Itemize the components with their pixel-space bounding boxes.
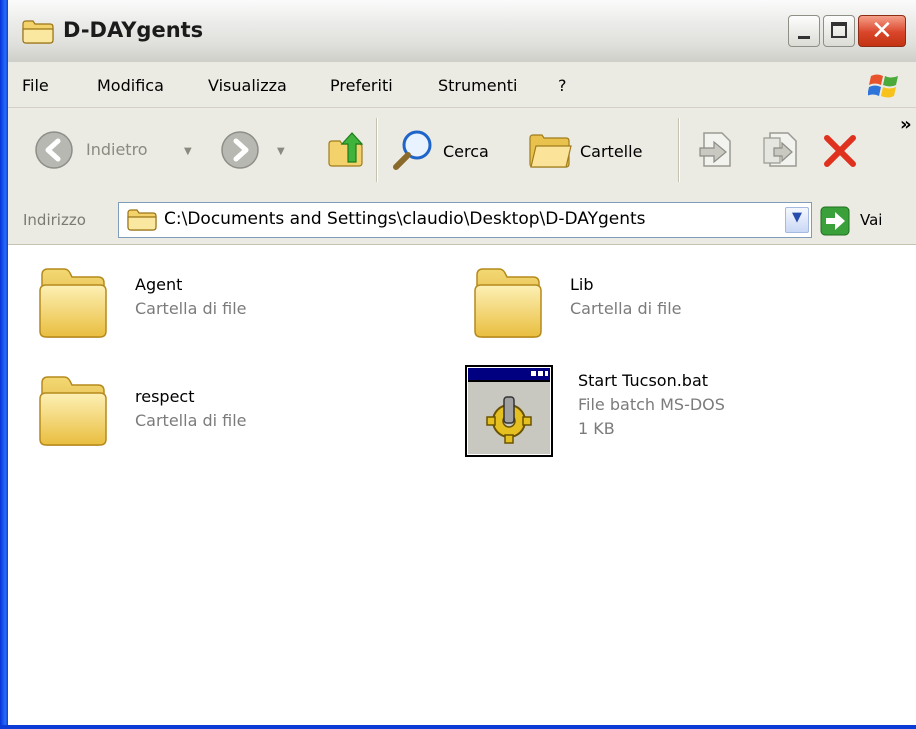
file-type: Cartella di file [135, 411, 247, 430]
minimize-button[interactable] [788, 15, 820, 47]
close-icon: ✕ [871, 16, 893, 46]
file-name: Start Tucson.bat [578, 371, 709, 390]
folder-icon [127, 209, 157, 231]
file-name: Agent [135, 275, 183, 294]
forward-button[interactable]: ▼ [220, 128, 290, 174]
file-item-agent[interactable]: Agent Cartella di file [38, 265, 338, 355]
window-title: D-DAYgents [63, 18, 204, 42]
maximize-icon [831, 22, 847, 38]
back-button[interactable]: Indietro ▼ [34, 128, 192, 174]
go-arrow-icon[interactable] [820, 206, 850, 236]
address-dropdown-button[interactable]: ▼ [785, 207, 809, 233]
address-input[interactable]: C:\Documents and Settings\claudio\Deskto… [118, 202, 812, 238]
menu-modifica[interactable]: Modifica [97, 76, 164, 95]
file-item-respect[interactable]: respect Cartella di file [38, 373, 338, 463]
window-frame-bottom [0, 725, 916, 729]
file-type: File batch MS-DOS [578, 395, 725, 414]
folder-icon [38, 265, 108, 341]
address-label: Indirizzo [23, 211, 86, 229]
menu-strumenti[interactable]: Strumenti [438, 76, 517, 95]
search-button[interactable]: Cerca [391, 128, 511, 174]
back-arrow-icon [35, 131, 73, 169]
back-label: Indietro [86, 140, 148, 159]
folders-label: Cartelle [580, 142, 643, 161]
file-type: Cartella di file [135, 299, 247, 318]
file-list: Agent Cartella di file Lib Cartella di f… [8, 245, 916, 725]
forward-arrow-icon [221, 131, 259, 169]
forward-dropdown-icon: ▼ [277, 146, 285, 157]
toolbar-separator [376, 118, 378, 182]
copy-to-icon[interactable] [760, 130, 798, 170]
menu-visualizza[interactable]: Visualizza [208, 76, 287, 95]
chevron-down-icon: ▼ [792, 210, 802, 225]
menu-help[interactable]: ? [558, 76, 567, 95]
folder-icon [473, 265, 543, 341]
minimize-icon [798, 36, 810, 39]
windows-logo-icon [868, 74, 898, 98]
folder-icon [38, 373, 108, 449]
maximize-button[interactable] [823, 15, 855, 47]
file-type: Cartella di file [570, 299, 682, 318]
folders-icon [529, 134, 572, 168]
window-frame-left [0, 0, 8, 729]
file-name: respect [135, 387, 195, 406]
toolbar-more-button[interactable]: » [900, 114, 912, 135]
file-item-lib[interactable]: Lib Cartella di file [473, 265, 773, 355]
search-label: Cerca [443, 142, 489, 161]
folder-icon [22, 20, 54, 44]
address-bar: Indirizzo C:\Documents and Settings\clau… [8, 198, 916, 245]
address-path: C:\Documents and Settings\claudio\Deskto… [164, 209, 646, 229]
close-button[interactable]: ✕ [858, 15, 906, 47]
menu-file[interactable]: File [22, 76, 49, 95]
back-dropdown-icon: ▼ [184, 146, 192, 157]
file-name: Lib [570, 275, 594, 294]
search-icon [393, 130, 432, 170]
menu-preferiti[interactable]: Preferiti [330, 76, 393, 95]
folders-button[interactable]: Cartelle [528, 128, 668, 174]
toolbar: Indietro ▼ ▼ Cerca Cartelle » [8, 108, 916, 199]
file-size: 1 KB [578, 419, 615, 438]
move-to-icon[interactable] [698, 130, 736, 170]
go-button[interactable]: Vai [860, 211, 882, 229]
toolbar-separator [678, 118, 680, 182]
menu-bar: File Modifica Visualizza Preferiti Strum… [8, 62, 916, 108]
delete-icon[interactable] [822, 133, 858, 169]
title-bar[interactable]: D-DAYgents ✕ [8, 0, 916, 63]
folder-up-icon[interactable] [326, 130, 366, 170]
file-item-start-tucson[interactable]: Start Tucson.bat File batch MS-DOS 1 KB [465, 365, 785, 460]
batch-file-icon [465, 365, 553, 457]
